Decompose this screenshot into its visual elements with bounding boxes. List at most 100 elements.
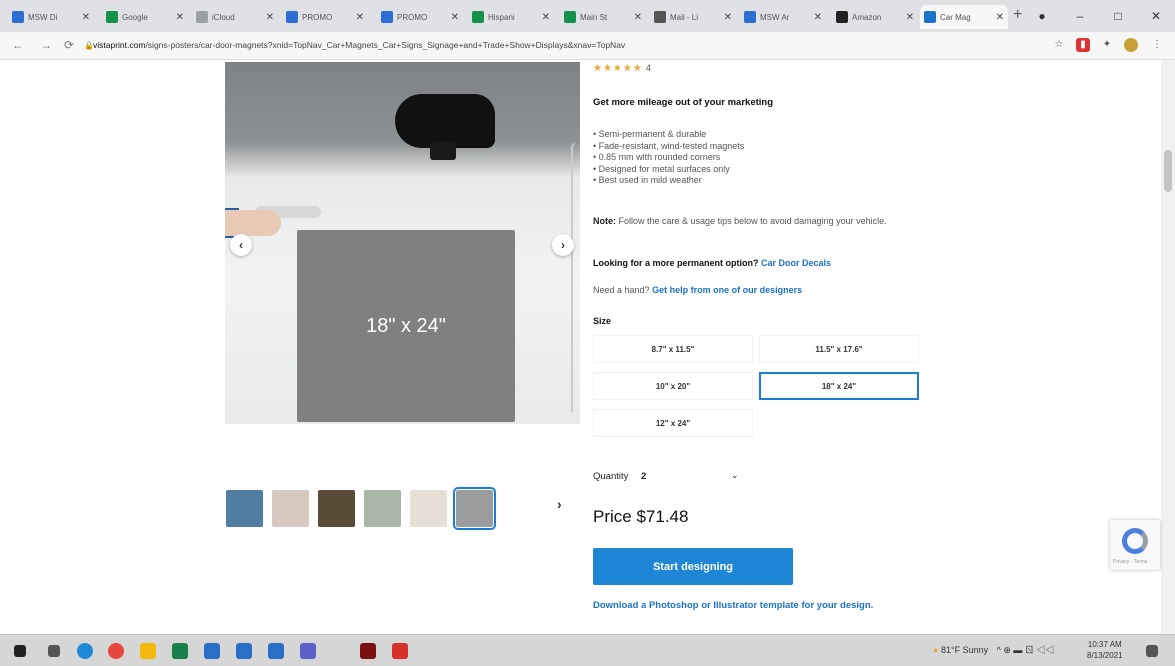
thumbnails-next-button[interactable]: › bbox=[557, 496, 562, 512]
browser-tab[interactable]: Google ✕ bbox=[102, 5, 188, 29]
tab-title: iCloud bbox=[212, 12, 235, 22]
size-option[interactable]: 8.7" x 11.5" bbox=[593, 335, 753, 363]
rating-stars[interactable]: ★★★★★ 4 bbox=[593, 63, 652, 74]
size-option[interactable]: 11.5" x 17.6" bbox=[759, 335, 919, 363]
favicon-icon bbox=[286, 11, 298, 23]
browser-tab[interactable]: PROMO ✕ bbox=[282, 5, 368, 29]
close-tab-icon[interactable]: ✕ bbox=[356, 12, 364, 23]
illustrator-icon[interactable] bbox=[360, 643, 376, 659]
mirror-arm-graphic bbox=[430, 142, 456, 160]
car-mirror-graphic bbox=[395, 94, 495, 148]
browser-tab[interactable]: Hispani ✕ bbox=[468, 5, 554, 29]
feature-item: • 0.85 mm with rounded corners bbox=[593, 152, 721, 162]
quantity-select[interactable]: 2 bbox=[641, 471, 646, 482]
car-door-decals-link[interactable]: Car Door Decals bbox=[761, 258, 831, 268]
acrobat-icon[interactable] bbox=[392, 643, 408, 659]
weather-text[interactable]: 81°F Sunny bbox=[941, 645, 988, 655]
avatar[interactable] bbox=[1124, 38, 1138, 52]
price: Price $71.48 bbox=[593, 507, 689, 526]
gallery-thumbnail[interactable] bbox=[453, 487, 496, 530]
browser-tab[interactable]: Main St ✕ bbox=[560, 5, 646, 29]
size-option[interactable]: 12" x 24" bbox=[593, 409, 753, 437]
gallery-thumbnail[interactable] bbox=[410, 490, 447, 527]
gallery-thumbnail[interactable] bbox=[226, 490, 263, 527]
gallery-thumbnail[interactable] bbox=[364, 490, 401, 527]
edge-icon[interactable] bbox=[77, 643, 93, 659]
browser-tab[interactable]: MSW Di ✕ bbox=[8, 5, 94, 29]
download-template-link[interactable]: Download a Photoshop or Illustrator temp… bbox=[593, 600, 873, 611]
gallery-thumbnail[interactable] bbox=[318, 490, 355, 527]
browser-tab-strip: MSW Di ✕ Google ✕ iCloud ✕ PROMO ✕ PROMO ✕ Hispani… bbox=[0, 0, 1175, 32]
bookmark-star-icon[interactable]: ☆ bbox=[1052, 38, 1066, 52]
windows-taskbar: ● 81°F Sunny ^ ⊕ ▬ ㄖ ◁◁ 10:37 AM 8/13/20… bbox=[0, 634, 1175, 666]
product-headline: Get more mileage out of your marketing bbox=[593, 97, 774, 108]
start-icon[interactable] bbox=[14, 645, 26, 657]
favicon-icon bbox=[924, 11, 936, 23]
new-tab-button[interactable]: + bbox=[1013, 6, 1022, 24]
designer-help-link[interactable]: Get help from one of our designers bbox=[652, 285, 802, 295]
chrome-icon[interactable] bbox=[108, 643, 124, 659]
notification-icon[interactable] bbox=[1146, 645, 1158, 657]
close-tab-icon[interactable]: ✕ bbox=[542, 12, 550, 23]
favicon-icon bbox=[564, 11, 576, 23]
url-field[interactable]: vistaprint.com/signs-posters/car-door-ma… bbox=[93, 40, 625, 50]
minimize-button[interactable]: – bbox=[1061, 9, 1099, 23]
menu-kebab-icon[interactable]: ⋮ bbox=[1150, 38, 1164, 52]
browser-tab[interactable]: Amazon ✕ bbox=[832, 5, 918, 29]
browser-tab[interactable]: MSW Ar ✕ bbox=[740, 5, 826, 29]
close-tab-icon[interactable]: ✕ bbox=[996, 12, 1004, 23]
browser-tab[interactable]: Mail - Li ✕ bbox=[650, 5, 736, 29]
scrollbar-thumb[interactable] bbox=[1164, 150, 1172, 192]
gallery-prev-button[interactable]: ‹ bbox=[230, 234, 252, 256]
tab-title: PROMO bbox=[302, 12, 333, 22]
browser-tab[interactable]: iCloud ✕ bbox=[192, 5, 278, 29]
system-tray: ● 81°F Sunny ^ ⊕ ▬ ㄖ ◁◁ bbox=[933, 643, 1054, 656]
close-tab-icon[interactable]: ✕ bbox=[814, 12, 822, 23]
teams-icon[interactable] bbox=[300, 643, 316, 659]
tab-title: MSW Di bbox=[28, 12, 58, 22]
extension-icon[interactable]: ▮ bbox=[1076, 38, 1090, 52]
excel-icon[interactable] bbox=[172, 643, 188, 659]
size-option[interactable]: 10" x 20" bbox=[593, 372, 753, 400]
gallery-next-button[interactable]: › bbox=[552, 234, 574, 256]
word-icon[interactable] bbox=[236, 643, 252, 659]
back-icon[interactable]: ← bbox=[12, 38, 24, 52]
close-tab-icon[interactable]: ✕ bbox=[724, 12, 732, 23]
note-paragraph: Note: Follow the care & usage tips below… bbox=[593, 215, 923, 227]
extensions-puzzle-icon[interactable]: ✦ bbox=[1100, 38, 1114, 52]
task-view-icon[interactable] bbox=[48, 645, 60, 657]
file-explorer-icon[interactable] bbox=[140, 643, 156, 659]
chevron-down-icon[interactable]: ⌄ bbox=[731, 470, 739, 481]
mail-icon[interactable] bbox=[268, 643, 284, 659]
page-content: 18" x 24" ‹ › › ★★★★★ 4 Get more mileage … bbox=[0, 60, 1175, 634]
browser-tab[interactable]: Car Mag ✕ bbox=[920, 5, 1008, 29]
size-option[interactable]: 18" x 24" bbox=[759, 372, 919, 400]
clock[interactable]: 10:37 AM 8/13/2021 bbox=[1087, 639, 1123, 661]
favicon-icon bbox=[836, 11, 848, 23]
browser-tab[interactable]: PROMO ✕ bbox=[377, 5, 463, 29]
help-row: Need a hand? Get help from one of our de… bbox=[593, 284, 802, 296]
maximize-button[interactable]: □ bbox=[1099, 9, 1137, 23]
recaptcha-footer[interactable]: Privacy - Terms bbox=[1113, 559, 1147, 565]
favicon-icon bbox=[744, 11, 756, 23]
reload-icon[interactable]: ⟳ bbox=[64, 38, 74, 52]
outlook-icon[interactable] bbox=[204, 643, 220, 659]
tray-icons[interactable]: ^ ⊕ ▬ ㄖ ◁◁ bbox=[997, 645, 1055, 655]
note-text: Follow the care & usage tips below to av… bbox=[618, 216, 887, 226]
tab-title: Amazon bbox=[852, 12, 882, 22]
close-tab-icon[interactable]: ✕ bbox=[176, 12, 184, 23]
close-tab-icon[interactable]: ✕ bbox=[634, 12, 642, 23]
close-tab-icon[interactable]: ✕ bbox=[266, 12, 274, 23]
close-tab-icon[interactable]: ✕ bbox=[451, 12, 459, 23]
close-window-button[interactable]: ✕ bbox=[1137, 9, 1175, 23]
rating-count: 4 bbox=[645, 63, 652, 73]
page-scrollbar[interactable] bbox=[1161, 60, 1175, 634]
tab-title: Car Mag bbox=[940, 12, 971, 22]
gallery-thumbnail[interactable] bbox=[272, 490, 309, 527]
close-tab-icon[interactable]: ✕ bbox=[906, 12, 914, 23]
forward-icon[interactable]: → bbox=[40, 38, 52, 52]
recaptcha-badge[interactable]: Privacy - Terms bbox=[1110, 520, 1160, 570]
profile-icon[interactable]: ● bbox=[1023, 9, 1061, 23]
start-designing-button[interactable]: Start designing bbox=[593, 548, 793, 585]
close-tab-icon[interactable]: ✕ bbox=[82, 12, 90, 23]
